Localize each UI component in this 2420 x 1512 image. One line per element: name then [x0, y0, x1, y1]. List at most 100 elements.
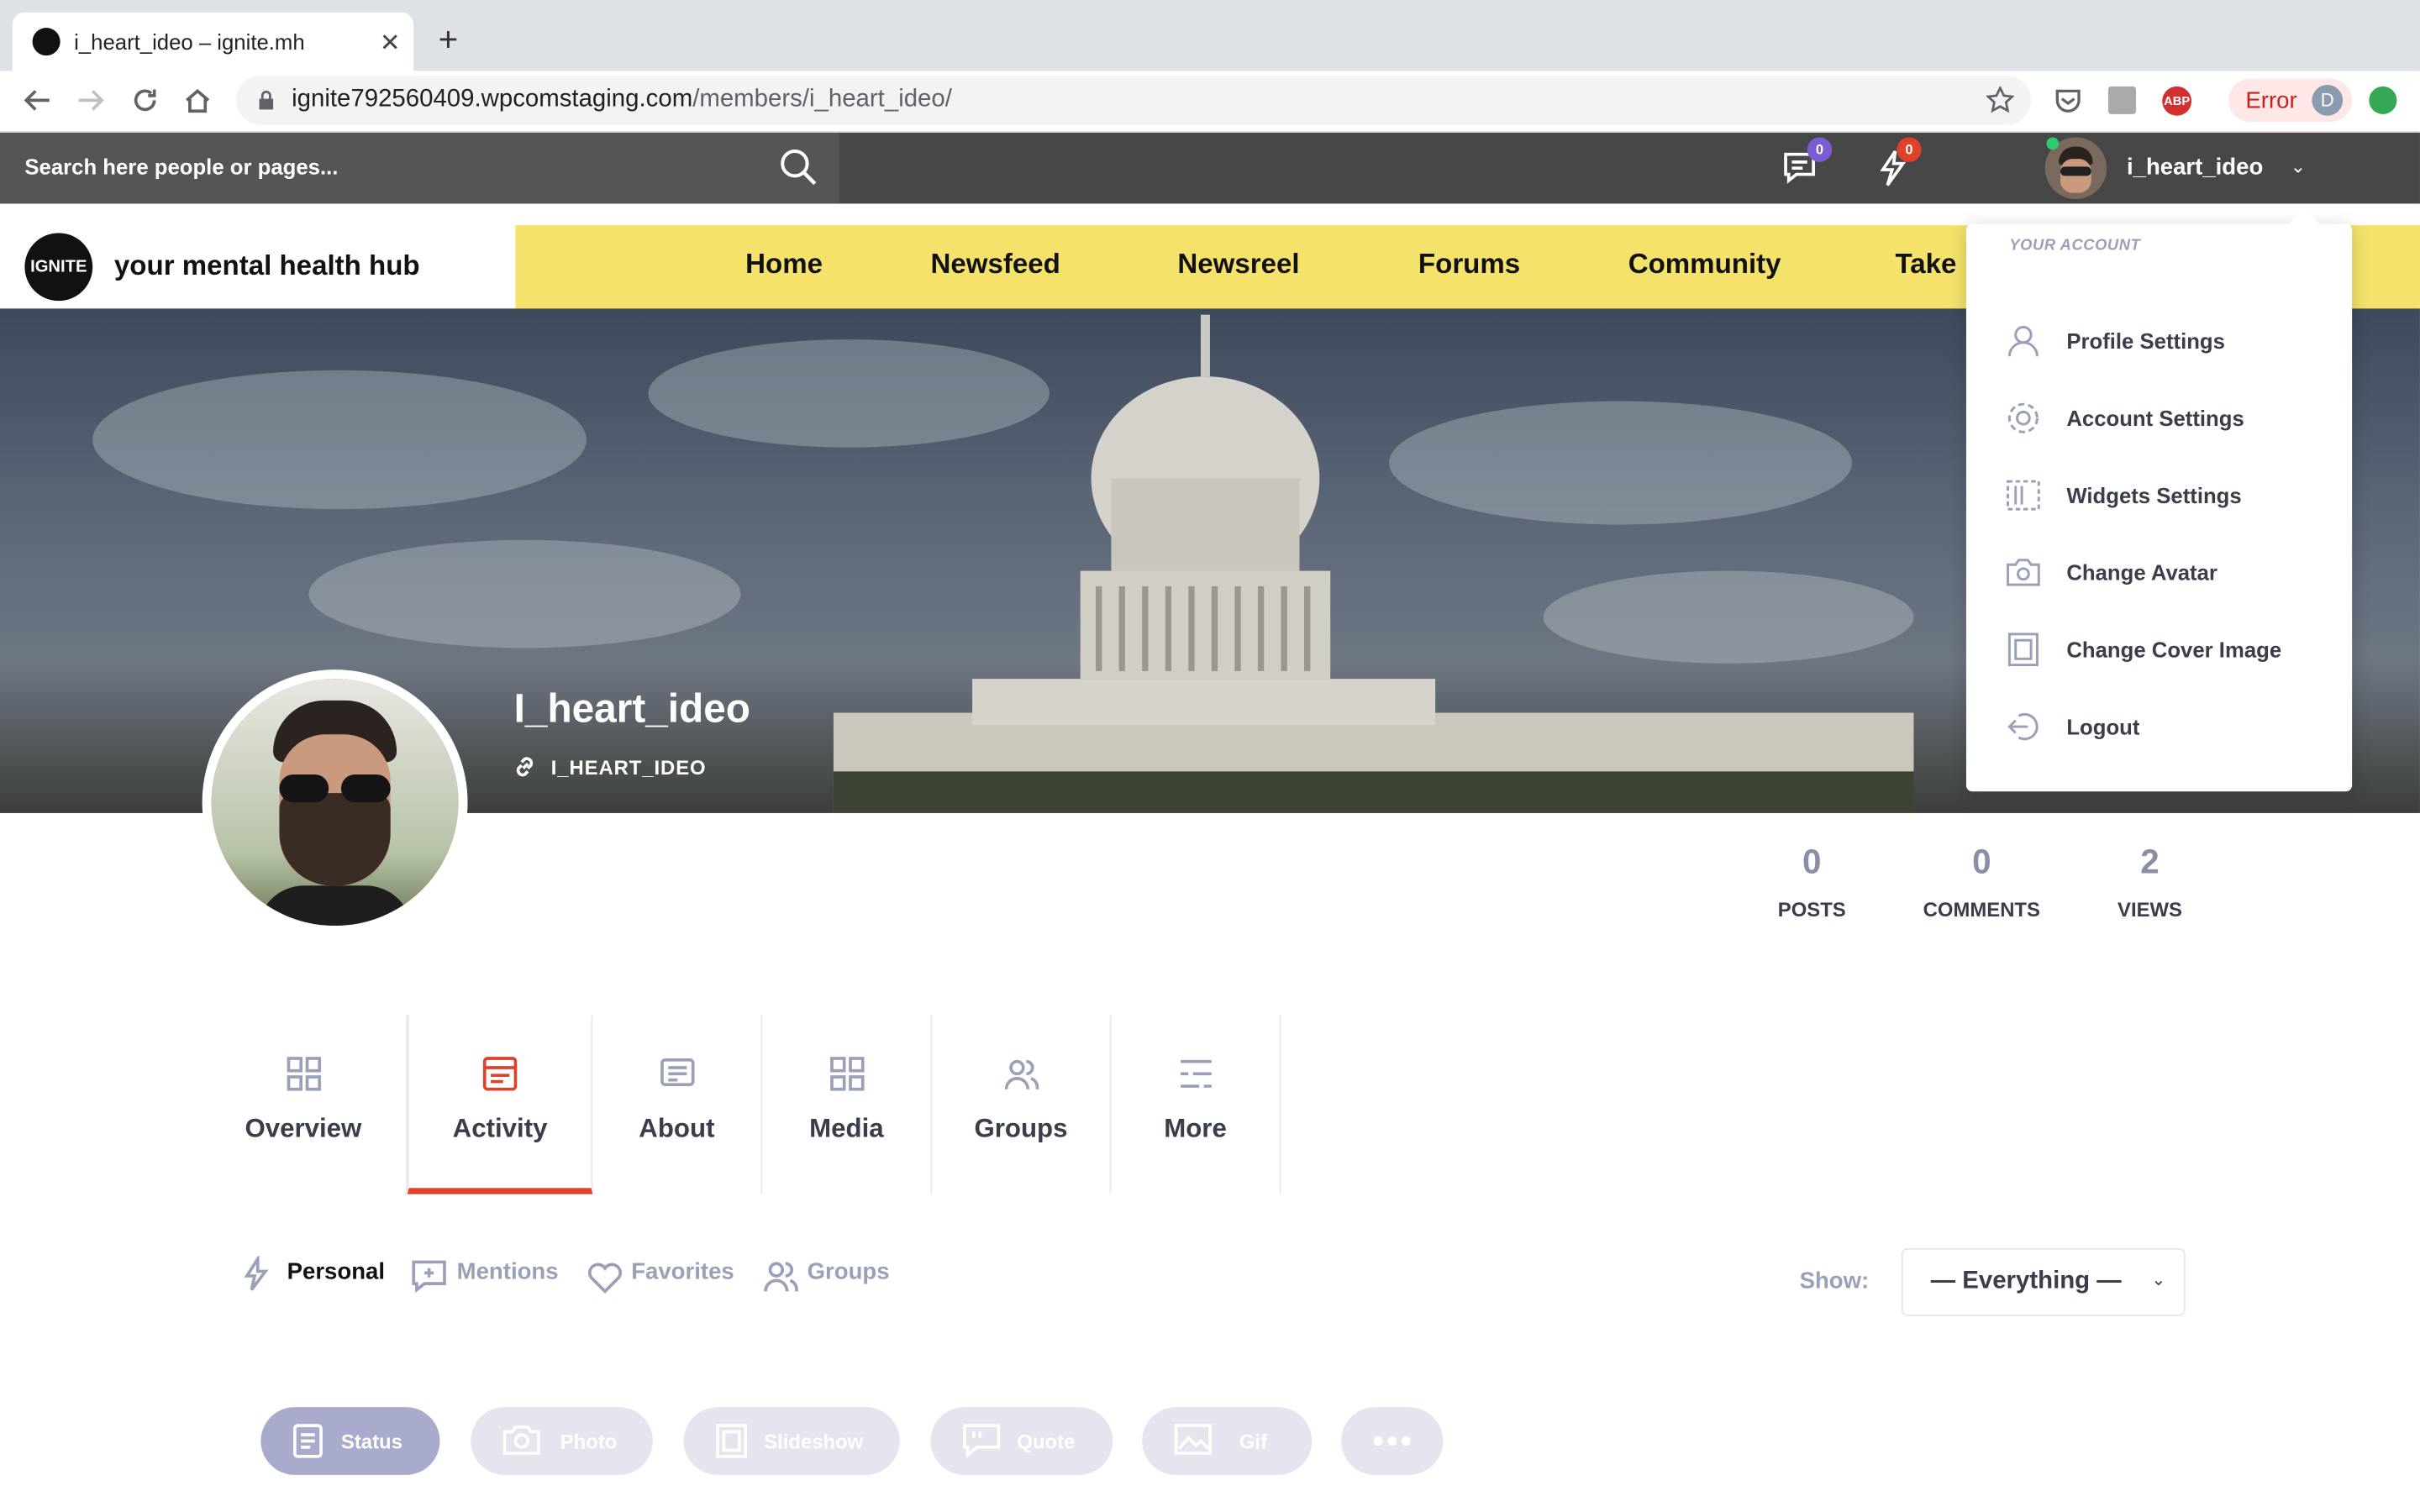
slideshow-icon — [716, 1424, 747, 1458]
account-menu-heading: YOUR ACCOUNT — [2009, 237, 2141, 255]
post-type-quote-label: Quote — [1017, 1430, 1076, 1454]
tab-groups-label: Groups — [974, 1114, 1068, 1143]
pocket-icon[interactable] — [2054, 88, 2082, 113]
site-tagline: your mental health hub — [113, 249, 420, 281]
adblock-icon[interactable]: ABP — [2162, 86, 2192, 116]
media-icon — [829, 1057, 864, 1091]
post-type-gif[interactable]: Gif — [1142, 1407, 1313, 1475]
menu-logout[interactable]: Logout — [1991, 696, 2345, 757]
post-type-more[interactable] — [1341, 1407, 1444, 1475]
more-icon — [1180, 1059, 1211, 1088]
post-type-photo-label: Photo — [560, 1430, 618, 1454]
menu-logout-label: Logout — [2066, 714, 2140, 739]
tab-favicon — [32, 28, 60, 56]
search-icon[interactable] — [778, 146, 818, 186]
camera-icon — [2007, 559, 2040, 586]
groups-filter-icon — [764, 1262, 798, 1292]
nav-newsfeed[interactable]: Newsfeed — [931, 249, 1060, 281]
tab-about-label: About — [639, 1114, 715, 1143]
filter-personal[interactable]: Personal — [287, 1259, 385, 1285]
quote-icon — [963, 1424, 1001, 1458]
gear-icon — [2007, 402, 2039, 433]
site-logo[interactable]: IGNITE — [24, 233, 93, 302]
online-indicator — [2046, 137, 2060, 150]
widgets-icon — [2007, 480, 2040, 511]
profile-handle: I_HEART_IDEO — [550, 755, 707, 780]
post-type-photo[interactable]: Photo — [471, 1407, 653, 1475]
menu-change-avatar[interactable]: Change Avatar — [1991, 542, 2345, 603]
back-icon[interactable] — [24, 88, 51, 113]
menu-profile-settings-label: Profile Settings — [2066, 328, 2225, 354]
about-icon — [660, 1058, 694, 1087]
forward-icon[interactable] — [77, 88, 105, 113]
menu-widgets-settings[interactable]: Widgets Settings — [1991, 465, 2345, 526]
tab-media-label: Media — [809, 1114, 884, 1143]
tab-activity[interactable]: Activity — [407, 1015, 593, 1194]
tab-overview-label: Overview — [245, 1114, 362, 1143]
tab-activity-label: Activity — [452, 1114, 548, 1143]
browser-profile-avatar: D — [2312, 85, 2344, 116]
grid-icon — [286, 1057, 321, 1091]
nav-community[interactable]: Community — [1628, 249, 1781, 281]
comments-count: 0 — [1972, 842, 1991, 881]
ellipsis-icon — [1373, 1436, 1411, 1446]
nav-home[interactable]: Home — [745, 249, 823, 281]
menu-account-settings-label: Account Settings — [2066, 406, 2244, 431]
personal-icon — [244, 1256, 269, 1291]
tab-more[interactable]: More — [1111, 1015, 1281, 1194]
heart-icon — [587, 1263, 622, 1294]
posts-count: 0 — [1802, 842, 1822, 881]
nav-newsreel[interactable]: Newsreel — [1177, 249, 1299, 281]
tab-overview[interactable]: Overview — [201, 1015, 408, 1194]
posts-label: POSTS — [1777, 897, 1846, 921]
camera-icon — [502, 1425, 540, 1456]
nav-take[interactable]: Take — [1895, 249, 1956, 281]
tab-about[interactable]: About — [592, 1015, 763, 1194]
tab-groups[interactable]: Groups — [932, 1015, 1112, 1194]
bookmark-star-icon[interactable] — [1986, 86, 2014, 114]
filter-mentions[interactable]: Mentions — [457, 1259, 559, 1285]
filter-groups[interactable]: Groups — [808, 1259, 890, 1285]
post-type-status-label: Status — [340, 1430, 402, 1454]
mentions-icon — [412, 1260, 446, 1294]
status-icon — [292, 1424, 323, 1458]
post-type-slideshow[interactable]: Slideshow — [683, 1407, 900, 1475]
menu-profile-settings[interactable]: Profile Settings — [1991, 310, 2345, 371]
menu-change-cover-label: Change Cover Image — [2066, 637, 2282, 662]
views-count: 2 — [2140, 842, 2160, 881]
tab-media[interactable]: Media — [762, 1015, 933, 1194]
chevron-down-icon[interactable]: ⌄ — [2291, 156, 2306, 178]
profile-name: I_heart_ideo — [513, 685, 750, 732]
menu-change-avatar-label: Change Avatar — [2066, 559, 2217, 585]
post-type-quote[interactable]: Quote — [930, 1407, 1113, 1475]
extension-icon[interactable] — [2107, 86, 2136, 114]
url-text: ignite792560409.wpcomstaging.com/members… — [292, 86, 952, 113]
search-placeholder: Search here people or pages... — [24, 154, 339, 180]
post-type-slideshow-label: Slideshow — [764, 1430, 864, 1454]
menu-account-settings[interactable]: Account Settings — [1991, 387, 2345, 449]
post-type-status[interactable]: Status — [260, 1407, 440, 1475]
logout-icon — [2007, 712, 2039, 741]
tab-close-icon[interactable]: ✕ — [380, 28, 401, 59]
header-username[interactable]: i_heart_ideo — [2127, 155, 2263, 181]
activity-icon — [482, 1057, 518, 1091]
link-icon — [516, 757, 534, 777]
profile-avatar[interactable] — [202, 669, 468, 936]
nav-forums[interactable]: Forums — [1418, 249, 1520, 281]
home-icon[interactable] — [184, 87, 212, 114]
cover-image-icon — [2007, 633, 2039, 667]
reload-icon[interactable] — [131, 87, 159, 114]
tab-title: i_heart_ideo – ignite.mh — [74, 29, 305, 55]
messages-badge: 0 — [1807, 137, 1833, 162]
menu-widgets-settings-label: Widgets Settings — [2066, 482, 2242, 508]
user-icon — [2007, 325, 2039, 357]
post-type-gif-label: Gif — [1239, 1430, 1268, 1454]
update-icon[interactable] — [2369, 86, 2397, 114]
menu-change-cover[interactable]: Change Cover Image — [1991, 619, 2345, 680]
groups-icon — [1003, 1059, 1039, 1090]
capitol-building — [833, 314, 1914, 813]
new-tab-icon[interactable]: + — [439, 20, 459, 60]
show-select-value: — Everything — — [1930, 1268, 2122, 1294]
views-label: VIEWS — [2118, 897, 2183, 921]
filter-favorites[interactable]: Favorites — [631, 1259, 734, 1285]
